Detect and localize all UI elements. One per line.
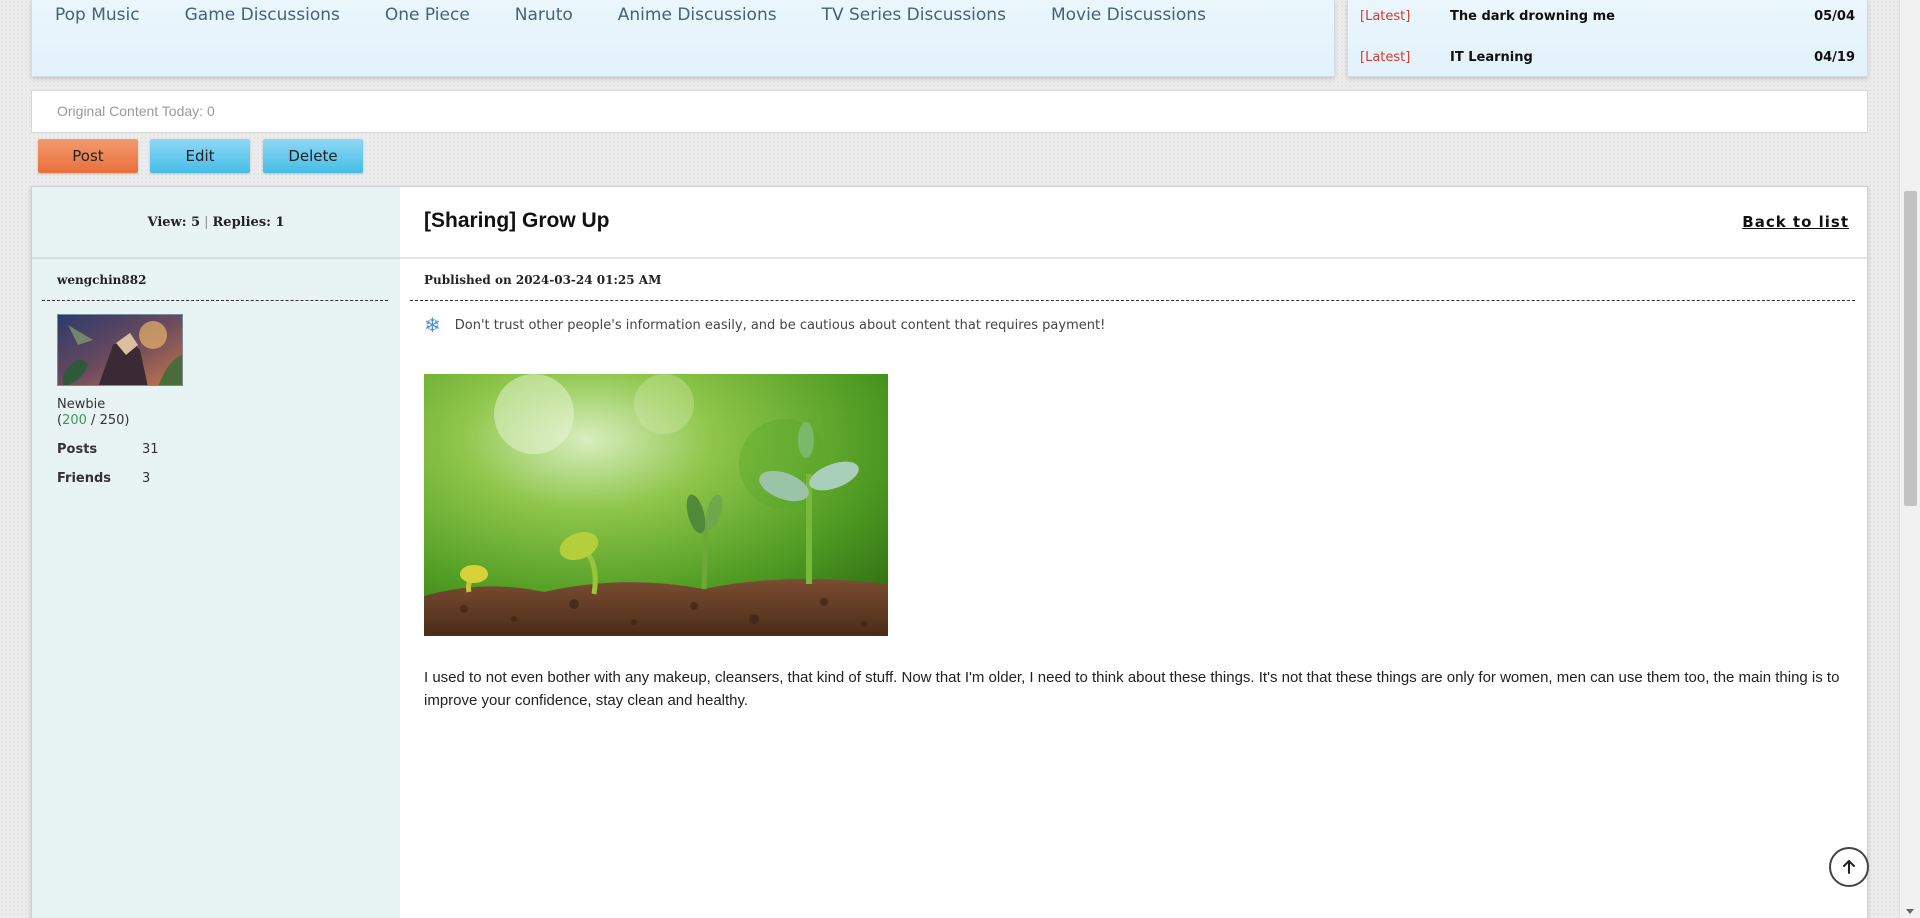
latest-post-date: 05/04 xyxy=(1814,8,1855,24)
divider xyxy=(42,300,388,301)
author-rank: Newbie (200 / 250) xyxy=(57,397,129,429)
latest-post-title[interactable]: The dark drowning me xyxy=(1450,9,1814,24)
latest-post-row[interactable]: [Latest] IT Learning 04/19 xyxy=(1360,47,1855,67)
post-image-seedlings xyxy=(424,374,888,636)
post-body-text: I used to not even bother with any makeu… xyxy=(424,669,1840,709)
latest-tag: [Latest] xyxy=(1360,49,1411,65)
published-date: Published on 2024-03-24 01:25 AM xyxy=(424,273,662,287)
original-content-count: Original Content Today: 0 xyxy=(57,103,215,119)
page-scrollbar[interactable] xyxy=(1899,0,1920,918)
author-posts-stat: Posts 31 xyxy=(57,442,159,457)
latest-post-date: 04/19 xyxy=(1814,49,1855,65)
category-nav: Pop Music Game Discussions One Piece Nar… xyxy=(31,0,1335,77)
nav-item-tv-series-discussions[interactable]: TV Series Discussions xyxy=(822,5,1006,25)
avatar[interactable] xyxy=(57,314,183,386)
scroll-to-top-button[interactable] xyxy=(1829,847,1869,887)
arrow-up-icon xyxy=(1843,859,1855,874)
post-content: [Sharing] Grow Up Back to list Published… xyxy=(400,187,1867,918)
post-header: [Sharing] Grow Up Back to list xyxy=(400,187,1867,259)
author-username[interactable]: wengchin882 xyxy=(57,273,146,287)
nav-item-pop-music[interactable]: Pop Music xyxy=(55,5,140,25)
stats-separator: | xyxy=(204,214,209,230)
points-current: 200 xyxy=(62,413,87,428)
back-to-list-link[interactable]: Back to list xyxy=(1742,213,1849,231)
author-sidebar: View: 5 | Replies: 1 wengchin882 Newbie … xyxy=(32,187,400,918)
post-stats: View: 5 | Replies: 1 xyxy=(32,187,400,259)
scroll-down-arrow-icon[interactable] xyxy=(1906,909,1914,914)
post-container: View: 5 | Replies: 1 wengchin882 Newbie … xyxy=(31,186,1868,918)
nav-item-movie-discussions[interactable]: Movie Discussions xyxy=(1051,5,1206,25)
posts-value: 31 xyxy=(142,442,159,457)
latest-tag: [Latest] xyxy=(1360,8,1411,24)
points-max: 250 xyxy=(99,413,125,428)
nav-item-game-discussions[interactable]: Game Discussions xyxy=(185,5,340,25)
friends-value: 3 xyxy=(142,471,151,486)
nav-item-anime-discussions[interactable]: Anime Discussions xyxy=(618,5,777,25)
latest-post-row[interactable]: [Latest] The dark drowning me 05/04 xyxy=(1360,6,1855,26)
reply-count: Replies: 1 xyxy=(212,214,285,230)
friends-label: Friends xyxy=(57,471,112,486)
latest-post-title[interactable]: IT Learning xyxy=(1450,50,1814,65)
nav-item-naruto[interactable]: Naruto xyxy=(515,5,573,25)
edit-button[interactable]: Edit xyxy=(150,139,250,173)
rank-title: Newbie xyxy=(57,397,106,412)
delete-button[interactable]: Delete xyxy=(263,139,363,173)
snowflake-icon: ❄ xyxy=(424,313,441,337)
nav-item-one-piece[interactable]: One Piece xyxy=(385,5,470,25)
view-count: View: 5 xyxy=(147,214,201,230)
safety-notice: ❄ Don't trust other people's information… xyxy=(424,315,1105,335)
original-content-bar: Original Content Today: 0 xyxy=(31,90,1868,133)
author-friends-stat: Friends 3 xyxy=(57,471,150,486)
post-button[interactable]: Post xyxy=(38,139,138,173)
latest-posts-panel: [Latest] The dark drowning me 05/04 [Lat… xyxy=(1347,0,1868,77)
scrollbar-thumb[interactable] xyxy=(1904,191,1917,506)
post-title: [Sharing] Grow Up xyxy=(424,209,610,232)
category-nav-list: Pop Music Game Discussions One Piece Nar… xyxy=(55,5,1251,25)
rank-points: (200 / 250) xyxy=(57,413,130,428)
divider xyxy=(410,300,1855,301)
notice-text: Don't trust other people's information e… xyxy=(454,317,1106,333)
posts-label: Posts xyxy=(57,442,98,457)
